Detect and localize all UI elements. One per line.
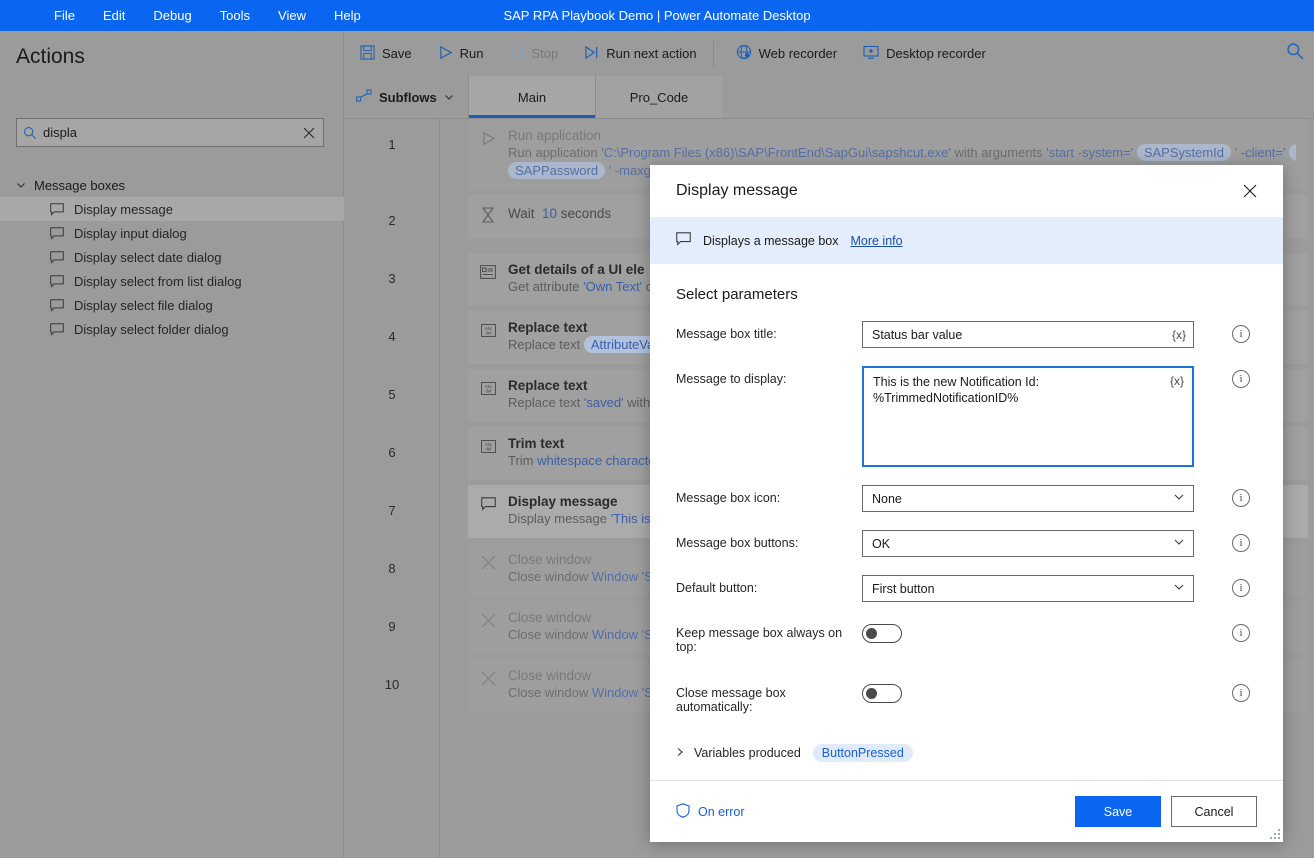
field-label: Default button: <box>676 581 758 595</box>
message-bubble-icon <box>676 232 691 249</box>
select-value: OK <box>872 536 891 551</box>
close-icon[interactable] <box>1233 174 1267 208</box>
dialog-footer: On error Save Cancel <box>650 780 1283 842</box>
shield-icon <box>676 802 690 821</box>
on-error-button[interactable]: On error <box>676 802 745 821</box>
toggle-knob <box>866 688 877 699</box>
field-message-box-title: Message box title: {x} i <box>676 321 1257 348</box>
info-icon[interactable]: i <box>1232 624 1250 642</box>
message-box-title-input-wrap[interactable]: {x} <box>862 321 1194 348</box>
field-message-box-buttons: Message box buttons: OK i <box>676 530 1257 557</box>
variables-produced-label: Variables produced <box>694 746 801 760</box>
field-close-automatically: Close message box automatically: i <box>676 680 1257 714</box>
chevron-right-icon <box>676 746 685 760</box>
default-button-select[interactable]: First button <box>862 575 1194 602</box>
dialog-title: Display message <box>676 182 798 199</box>
field-label: Message to display: <box>676 372 787 386</box>
dialog-header: Display message <box>650 165 1283 217</box>
variable-chip-buttonpressed[interactable]: ButtonPressed <box>812 744 913 762</box>
app-window: SAP RPA Playbook Demo | Power Automate D… <box>0 0 1314 858</box>
dialog-action-buttons: Save Cancel <box>1075 796 1257 827</box>
variables-produced-section[interactable]: Variables produced ButtonPressed <box>676 744 913 762</box>
chevron-down-icon <box>1173 581 1185 596</box>
chevron-down-icon <box>1173 536 1185 551</box>
variable-picker-icon[interactable]: {x} <box>1167 374 1187 388</box>
field-label: Close message box automatically: <box>676 686 786 714</box>
info-icon[interactable]: i <box>1232 370 1250 388</box>
message-to-display-textarea-wrap[interactable]: This is the new Notification Id: %Trimme… <box>862 366 1194 467</box>
more-info-link[interactable]: More info <box>850 234 902 248</box>
field-keep-always-on-top: Keep message box always on top: i <box>676 620 1257 654</box>
info-icon[interactable]: i <box>1232 489 1250 507</box>
toggle-knob <box>866 628 877 639</box>
message-to-display-textarea[interactable]: This is the new Notification Id: %Trimme… <box>873 374 1159 460</box>
message-box-buttons-select[interactable]: OK <box>862 530 1194 557</box>
field-label: Keep message box always on top: <box>676 626 843 654</box>
modal-overlay: Display message Displays a message box M… <box>0 0 1314 858</box>
close-automatically-toggle[interactable] <box>862 684 902 703</box>
field-message-to-display: Message to display: This is the new Noti… <box>676 366 1257 467</box>
select-value: None <box>872 491 902 506</box>
info-icon[interactable]: i <box>1232 325 1250 343</box>
select-parameters-heading: Select parameters <box>676 286 798 303</box>
message-box-title-input[interactable] <box>872 327 1169 342</box>
keep-always-on-top-toggle[interactable] <box>862 624 902 643</box>
dialog-description-banner: Displays a message box More info <box>650 217 1283 264</box>
variable-picker-icon[interactable]: {x} <box>1169 328 1189 342</box>
field-label: Message box icon: <box>676 491 781 505</box>
info-icon[interactable]: i <box>1232 684 1250 702</box>
info-icon[interactable]: i <box>1232 534 1250 552</box>
display-message-dialog: Display message Displays a message box M… <box>650 165 1283 842</box>
dialog-body: Select parameters Message box title: {x}… <box>650 264 1283 780</box>
select-value: First button <box>872 581 935 596</box>
variables-produced-toggle[interactable]: Variables produced <box>676 746 801 760</box>
info-icon[interactable]: i <box>1232 579 1250 597</box>
field-label: Message box buttons: <box>676 536 799 550</box>
chevron-down-icon <box>1173 491 1185 506</box>
field-default-button: Default button: First button i <box>676 575 1257 602</box>
on-error-label: On error <box>698 804 745 819</box>
dialog-save-button[interactable]: Save <box>1075 796 1161 827</box>
dialog-cancel-button[interactable]: Cancel <box>1171 796 1257 827</box>
resize-grip[interactable] <box>1268 827 1280 839</box>
dialog-description: Displays a message box <box>703 233 839 248</box>
message-box-icon-select[interactable]: None <box>862 485 1194 512</box>
field-label: Message box title: <box>676 327 777 341</box>
field-message-box-icon: Message box icon: None i <box>676 485 1257 512</box>
